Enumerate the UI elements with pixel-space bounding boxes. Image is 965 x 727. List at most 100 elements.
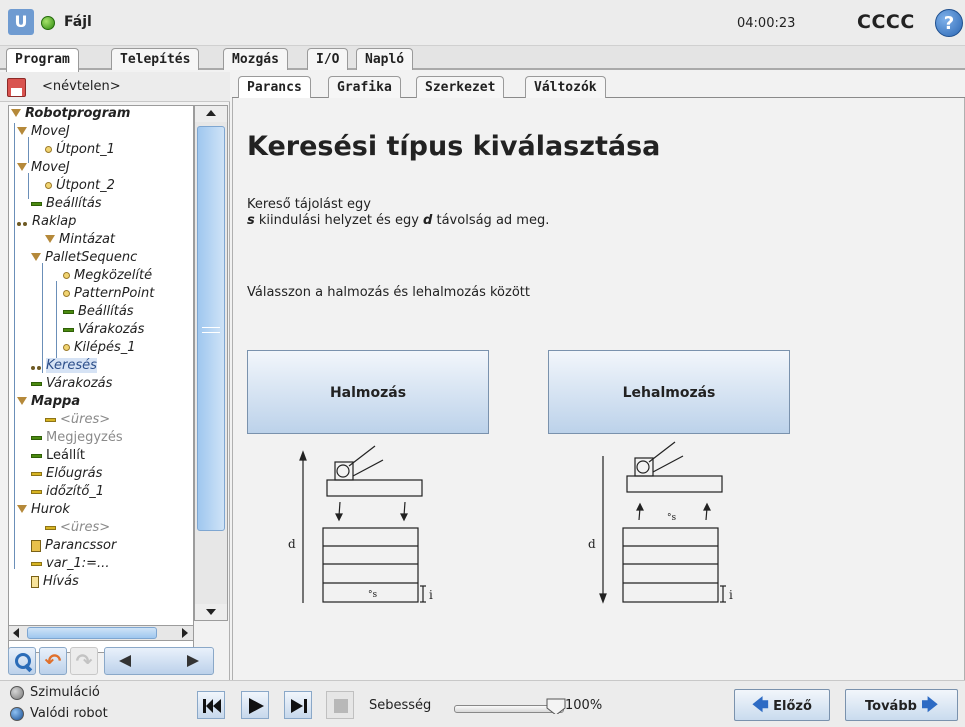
stack-d-label: d bbox=[288, 537, 296, 551]
robot-name: CCCC bbox=[857, 11, 915, 33]
pallet-icon bbox=[17, 217, 28, 227]
triangle-icon bbox=[17, 396, 27, 405]
timer-icon bbox=[31, 489, 42, 494]
triangle-icon bbox=[11, 108, 21, 117]
scroll-down-icon[interactable] bbox=[195, 604, 227, 620]
description-line-2a: kiindulási helyzet és egy bbox=[254, 213, 424, 228]
title-bar: U Fájl 04:00:23 CCCC ? bbox=[0, 0, 965, 46]
stack-s-label: °s bbox=[368, 590, 378, 600]
triangle-icon bbox=[45, 234, 55, 243]
tree-node[interactable]: Beállítás bbox=[31, 195, 102, 213]
arrow-left-icon: 🡄 bbox=[752, 695, 769, 714]
tree-node[interactable]: Várakozás bbox=[63, 321, 144, 339]
tree-node[interactable]: <üres> bbox=[45, 519, 110, 537]
tab-program[interactable]: Program bbox=[6, 48, 79, 72]
tree-node[interactable]: <üres> bbox=[45, 411, 110, 429]
tree-node[interactable]: Útpont_1 bbox=[45, 141, 115, 159]
file-menu[interactable]: Fájl bbox=[64, 14, 92, 30]
stop-button[interactable] bbox=[326, 691, 354, 719]
wait-icon bbox=[63, 327, 74, 332]
destacking-button[interactable]: Lehalmozás bbox=[548, 350, 790, 434]
empty-icon bbox=[45, 417, 56, 422]
scroll-up-icon[interactable] bbox=[195, 106, 227, 122]
tree-node[interactable]: Hívás bbox=[31, 573, 79, 591]
real-robot-radio[interactable]: Valódi robot bbox=[10, 706, 108, 721]
call-icon bbox=[31, 575, 39, 588]
step-button[interactable] bbox=[284, 691, 312, 719]
speed-label: Sebesség bbox=[369, 698, 432, 713]
tree-node[interactable]: Előugrás bbox=[31, 465, 102, 483]
move-node-button[interactable] bbox=[104, 647, 214, 675]
tab-command[interactable]: Parancs bbox=[238, 76, 311, 98]
tree-node[interactable]: Beállítás bbox=[63, 303, 134, 321]
stacking-diagram: d °s i bbox=[288, 445, 433, 603]
tree-node[interactable]: Parancssor bbox=[31, 537, 116, 555]
previous-button[interactable]: 🡄 Előző bbox=[734, 689, 830, 721]
play-button[interactable] bbox=[241, 691, 269, 719]
tree-node[interactable]: Megközelíté bbox=[63, 267, 152, 285]
speed-slider-knob[interactable] bbox=[546, 698, 566, 714]
next-button[interactable]: Tovább 🡆 bbox=[845, 689, 958, 721]
tree-node[interactable]: Raklap bbox=[17, 213, 76, 231]
scroll-thumb[interactable] bbox=[197, 126, 225, 531]
search-icon[interactable] bbox=[8, 647, 36, 675]
tab-log[interactable]: Napló bbox=[356, 48, 414, 70]
tree-node[interactable]: PalletSequenc bbox=[31, 249, 137, 267]
tree-node[interactable]: Kilépés_1 bbox=[63, 339, 136, 357]
save-icon[interactable] bbox=[7, 78, 26, 97]
tab-graphics[interactable]: Grafika bbox=[328, 76, 401, 98]
scroll-right-icon[interactable] bbox=[177, 626, 193, 640]
triangle-icon bbox=[17, 504, 27, 513]
tab-io[interactable]: I/O bbox=[307, 48, 349, 70]
program-tree[interactable]: Robotprogram MoveJ Útpont_1 MoveJ Útpont… bbox=[8, 105, 194, 653]
d-symbol: d bbox=[423, 213, 433, 228]
waypoint-icon bbox=[45, 182, 52, 189]
tab-installation[interactable]: Telepítés bbox=[111, 48, 200, 70]
undo-icon[interactable]: ↶ bbox=[39, 647, 67, 675]
halt-icon bbox=[31, 453, 42, 458]
destack-i-label: i bbox=[729, 588, 733, 602]
set-icon bbox=[31, 201, 42, 206]
simulation-radio[interactable]: Szimuláció bbox=[10, 685, 100, 700]
tree-horizontal-scrollbar[interactable] bbox=[8, 625, 194, 641]
stacking-button[interactable]: Halmozás bbox=[247, 350, 489, 434]
tree-node-selected[interactable]: Keresés bbox=[31, 357, 97, 375]
waypoint-icon bbox=[45, 146, 52, 153]
radio-on-icon bbox=[10, 706, 24, 721]
tree-node[interactable]: Útpont_2 bbox=[45, 177, 115, 195]
empty-icon bbox=[45, 525, 56, 530]
play-icon bbox=[249, 698, 264, 714]
scroll-left-icon[interactable] bbox=[9, 626, 25, 640]
ur-logo-icon: U bbox=[8, 9, 34, 35]
help-icon[interactable]: ? bbox=[935, 9, 963, 37]
tree-node[interactable]: Megjegyzés bbox=[31, 429, 123, 447]
rewind-button[interactable] bbox=[197, 691, 225, 719]
tree-node[interactable]: MoveJ bbox=[17, 123, 70, 141]
tree-node[interactable]: időzítő_1 bbox=[31, 483, 104, 501]
tab-structure[interactable]: Szerkezet bbox=[416, 76, 505, 98]
radio-off-icon bbox=[10, 685, 24, 700]
pallet-icon bbox=[31, 361, 42, 371]
redo-icon[interactable]: ↷ bbox=[70, 647, 98, 675]
tree-node[interactable]: var_1:=... bbox=[31, 555, 109, 573]
command-tabs: Parancs Grafika Szerkezet Változók bbox=[232, 76, 965, 98]
waypoint-icon bbox=[63, 272, 70, 279]
tree-node[interactable]: Leállít bbox=[31, 447, 85, 465]
tree-vertical-scrollbar[interactable] bbox=[194, 105, 228, 621]
command-panel: Keresési típus kiválasztása Kereső tájol… bbox=[232, 98, 965, 680]
tab-variables[interactable]: Változók bbox=[525, 76, 606, 98]
program-header: <névtelen> bbox=[0, 72, 230, 102]
tree-toolbar: ↶ ↷ bbox=[8, 647, 228, 677]
tree-node[interactable]: MoveJ bbox=[17, 159, 70, 177]
description: Kereső tájolást egy s kiindulási helyzet… bbox=[247, 197, 549, 229]
tree-node[interactable]: Mintázat bbox=[45, 231, 115, 249]
tree-node[interactable]: Robotprogram bbox=[11, 106, 130, 123]
tab-move[interactable]: Mozgás bbox=[223, 48, 288, 70]
tree-node[interactable]: Hurok bbox=[17, 501, 70, 519]
horizontal-scroll-thumb[interactable] bbox=[27, 627, 157, 639]
stack-i-label: i bbox=[429, 588, 433, 602]
tree-node[interactable]: PatternPoint bbox=[63, 285, 154, 303]
tree-node[interactable]: Várakozás bbox=[31, 375, 112, 393]
tree-node[interactable]: Mappa bbox=[17, 393, 80, 411]
triangle-icon bbox=[17, 162, 27, 171]
